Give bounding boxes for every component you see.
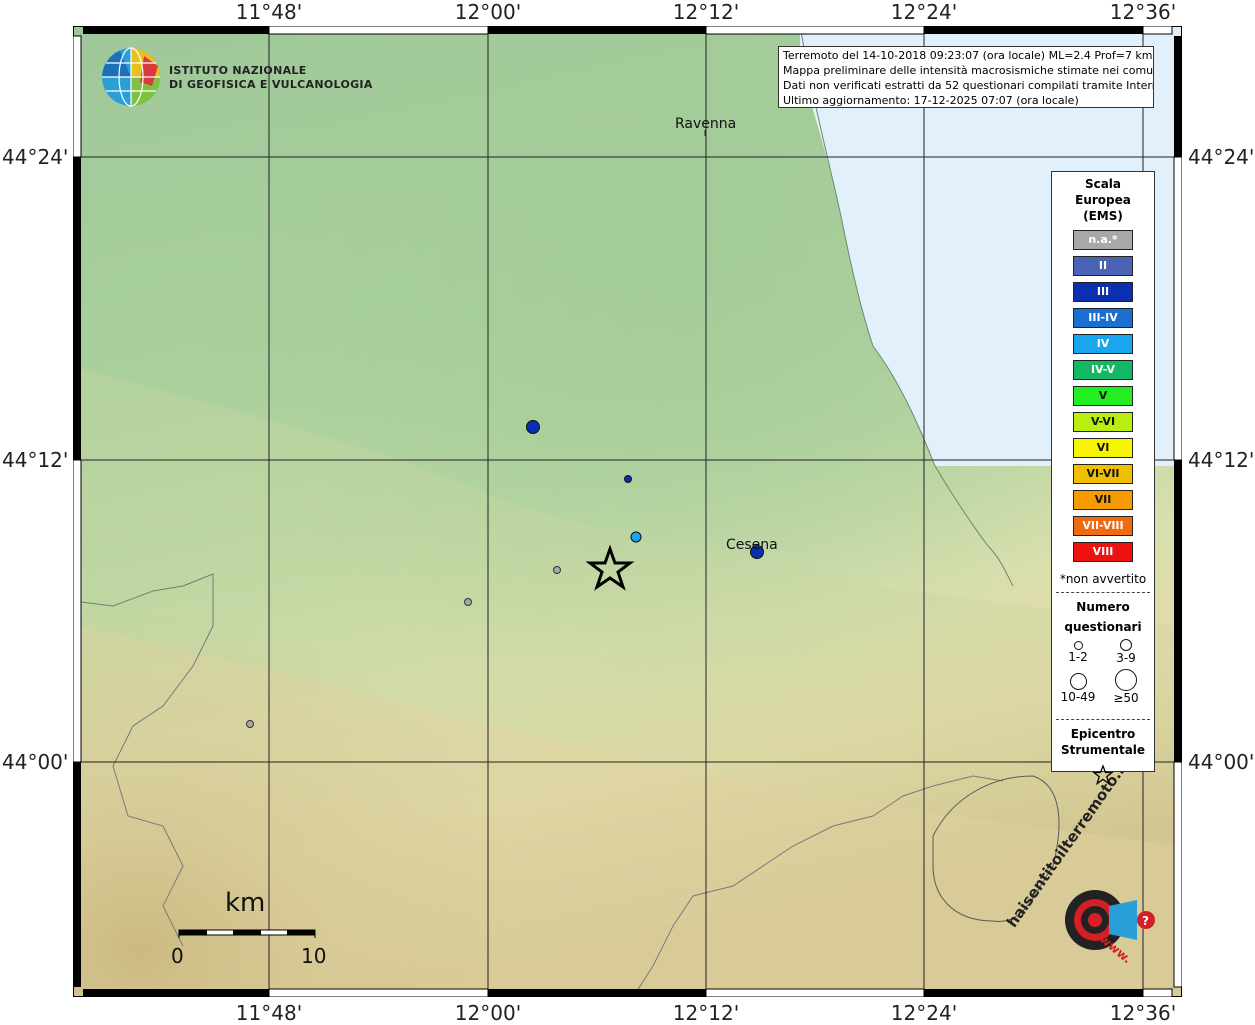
lon-tick-label: 12°36' [1109,0,1177,24]
ems-class-swatch: VIII [1073,542,1133,562]
legend-title: Scala Europea (EMS) [1052,176,1154,224]
observation-point[interactable] [553,566,561,574]
lat-tick-label: 44°24' [1188,145,1255,169]
count-class-label: 3-9 [1116,651,1136,665]
ems-class-swatch: III-IV [1073,308,1133,328]
lon-tick-label: 12°00' [454,0,522,24]
legend-title-line: Scala [1084,177,1122,191]
lon-tick-label: 12°36' [1109,1001,1177,1025]
lat-tick-label: 44°00' [2,750,69,774]
ems-class-swatch: VI-VII [1073,464,1133,484]
count-class-item: 10-49 [1054,673,1102,704]
lon-tick-label: 12°24' [890,1001,958,1025]
count-class-item: 1-2 [1054,641,1102,664]
city-label-ravenna: Ravenna [675,116,737,132]
ems-class-swatch: V [1073,386,1133,406]
observation-point[interactable] [624,475,632,483]
lon-tick-label: 11°48' [235,0,303,24]
lat-tick-label: 44°12' [1188,448,1255,472]
ingv-name-line2: DI GEOFISICA E VULCANOLOGIA [169,78,373,91]
legend-divider [1056,592,1150,593]
epicenter-title-line: Epicentro [1070,727,1136,741]
epicenter-title-line: Strumentale [1060,743,1146,757]
count-legend-title: Numero questionari [1052,597,1154,637]
ems-class-swatch: III [1073,282,1133,302]
ingv-name-line1: ISTITUTO NAZIONALE [169,64,307,77]
event-info-line: Ultimo aggiornamento: 17-12-2025 07:07 (… [783,94,1079,107]
lat-tick-label: 44°12' [2,448,69,472]
count-class-label: 1-2 [1068,650,1088,664]
count-class-item: 3-9 [1102,639,1150,665]
lat-tick-label: 44°24' [2,145,69,169]
count-title-line: questionari [1064,620,1142,634]
lon-tick-label: 12°24' [890,0,958,24]
lon-tick-label: 12°00' [454,1001,522,1025]
legend-divider [1056,719,1150,720]
legend-title-line: Europea [1075,193,1131,207]
map-frame[interactable]: ISTITUTO NAZIONALE DI GEOFISICA E VULCAN… [73,26,1182,997]
ems-class-swatch: VII-VIII [1073,516,1133,536]
lon-tick-label: 12°12' [672,1001,740,1025]
lon-tick-label: 11°48' [235,1001,303,1025]
city-label-cesena: Cesena [726,537,778,553]
count-circle-icon [1069,673,1087,690]
count-circle-icon [1120,639,1132,651]
ingv-globe-icon [102,47,160,107]
scale-bar-unit: km [225,888,266,918]
event-info-line: Dati non verificati estratti da 52 quest… [783,79,1154,92]
ingv-name: ISTITUTO NAZIONALE DI GEOFISICA E VULCAN… [169,64,373,92]
count-title-line: Numero [1076,600,1130,614]
ems-class-swatch: VII [1073,490,1133,510]
event-info-box: Terremoto del 14-10-2018 09:23:07 (ora l… [778,46,1154,108]
epicenter-legend-title: Epicentro Strumentale [1052,726,1154,758]
ems-class-swatch: II [1073,256,1133,276]
ems-class-swatch: n.a.* [1073,230,1133,250]
ems-class-swatch: IV [1073,334,1133,354]
lon-tick-label: 12°12' [672,0,740,24]
scale-bar-start: 0 [171,944,184,968]
ems-scale: n.a.* II III III-IV IV IV-V V V-VI VI VI-VII VII VI… [1052,230,1154,562]
count-class-label: 10-49 [1060,690,1096,704]
event-info-line: Terremoto del 14-10-2018 09:23:07 (ora l… [783,49,1153,62]
count-class-item: ≥50 [1102,669,1150,705]
legend-not-felt-note: *non avvertito [1059,572,1147,586]
scale-bar-end: 10 [301,944,327,968]
count-circle-icon [1073,641,1083,650]
observation-point[interactable] [246,720,254,728]
event-info-line: Mappa preliminare delle intensità macros… [783,64,1154,77]
observation-point[interactable] [630,531,642,543]
intensity-legend: Scala Europea (EMS) n.a.* II III III-IV IV IV… [1051,171,1155,786]
count-circle-icon [1115,669,1137,691]
svg-text:?: ? [1142,914,1149,928]
observation-point[interactable] [526,420,540,434]
legend-title-line: (EMS) [1083,209,1123,223]
ems-class-swatch: VI [1073,438,1133,458]
map-canvas[interactable] [73,26,1182,997]
epicenter-legend-star-icon [1092,764,1114,786]
ems-class-swatch: IV-V [1073,360,1133,380]
count-size-grid: 1-2 3-9 10-49 ≥50 [1052,637,1154,707]
ems-class-swatch: V-VI [1073,412,1133,432]
lat-tick-label: 44°00' [1188,750,1255,774]
observation-point[interactable] [464,598,472,606]
count-class-label: ≥50 [1113,691,1139,705]
